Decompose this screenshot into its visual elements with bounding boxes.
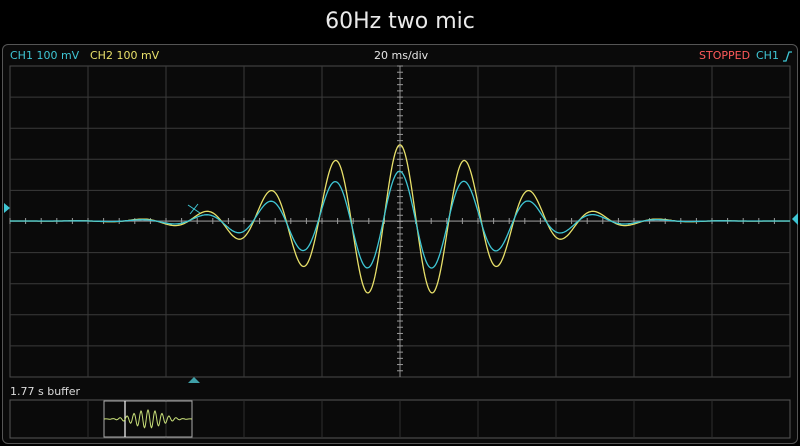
ch1-level-marker[interactable]: [4, 203, 10, 213]
trigger-level-marker[interactable]: [792, 213, 798, 225]
rising-edge-icon[interactable]: [783, 51, 792, 62]
cursor-crosshair-icon[interactable]: [187, 203, 201, 215]
trigger-position-marker[interactable]: [188, 377, 200, 383]
scope-svg: [4, 51, 798, 439]
buffer-window[interactable]: [103, 400, 193, 438]
buffer-trace: [104, 408, 192, 429]
buffer-overview[interactable]: [9, 399, 791, 439]
grid-center-ticks: [9, 65, 790, 377]
